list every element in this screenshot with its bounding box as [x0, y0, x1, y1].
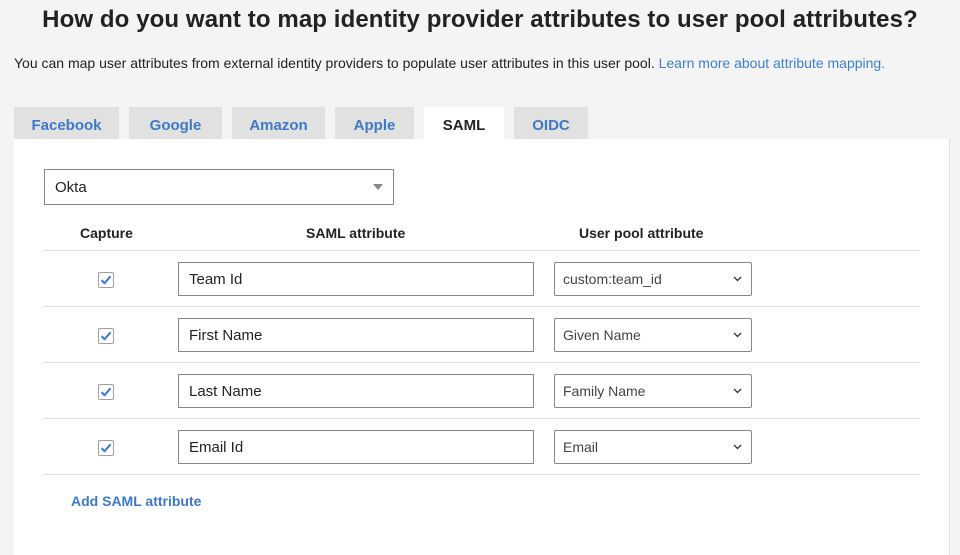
- capture-checkbox[interactable]: [98, 328, 114, 344]
- chevron-down-icon: [733, 444, 742, 450]
- table-row: Last Name Family Name: [44, 363, 920, 419]
- add-saml-attribute-link[interactable]: Add SAML attribute: [71, 493, 201, 509]
- table-row: First Name Given Name: [44, 307, 920, 363]
- provider-tabs: Facebook Google Amazon Apple SAML OIDC: [14, 107, 598, 139]
- saml-attribute-input[interactable]: First Name: [178, 318, 534, 352]
- chevron-down-icon: [733, 276, 742, 282]
- chevron-down-icon: [733, 388, 742, 394]
- user-pool-attribute-select[interactable]: Given Name: [554, 318, 752, 352]
- checkmark-icon: [100, 275, 112, 285]
- checkmark-icon: [100, 387, 112, 397]
- saml-attribute-input[interactable]: Last Name: [178, 374, 534, 408]
- saml-attribute-input[interactable]: Team Id: [178, 262, 534, 296]
- tab-facebook[interactable]: Facebook: [14, 107, 119, 139]
- saml-mapping-panel: Okta Capture SAML attribute User pool at…: [14, 139, 950, 555]
- table-row: Team Id custom:team_id: [44, 251, 920, 307]
- user-pool-attribute-select[interactable]: Email: [554, 430, 752, 464]
- tab-amazon[interactable]: Amazon: [232, 107, 325, 139]
- intro-text: You can map user attributes from externa…: [14, 55, 885, 71]
- user-pool-attribute-header: User pool attribute: [579, 225, 704, 241]
- user-pool-attribute-value: Given Name: [563, 327, 641, 343]
- learn-more-link[interactable]: Learn more about attribute mapping.: [659, 55, 885, 71]
- tab-apple[interactable]: Apple: [335, 107, 414, 139]
- user-pool-attribute-select[interactable]: Family Name: [554, 374, 752, 408]
- table-row: Email Id Email: [44, 419, 920, 475]
- chevron-down-icon: [733, 332, 742, 338]
- table-header: Capture SAML attribute User pool attribu…: [44, 223, 920, 251]
- user-pool-attribute-value: custom:team_id: [563, 271, 662, 287]
- capture-checkbox[interactable]: [98, 384, 114, 400]
- capture-header: Capture: [80, 225, 133, 241]
- intro-description: You can map user attributes from externa…: [14, 55, 659, 71]
- caret-down-icon: [373, 184, 383, 190]
- checkmark-icon: [100, 443, 112, 453]
- tab-google[interactable]: Google: [129, 107, 222, 139]
- checkmark-icon: [100, 331, 112, 341]
- saml-attribute-input[interactable]: Email Id: [178, 430, 534, 464]
- capture-checkbox[interactable]: [98, 440, 114, 456]
- user-pool-attribute-value: Email: [563, 439, 599, 455]
- user-pool-attribute-select[interactable]: custom:team_id: [554, 262, 752, 296]
- identity-provider-select[interactable]: Okta: [44, 169, 394, 205]
- capture-checkbox[interactable]: [98, 272, 114, 288]
- saml-attribute-header: SAML attribute: [306, 225, 406, 241]
- tab-saml[interactable]: SAML: [424, 107, 504, 139]
- page-title: How do you want to map identity provider…: [42, 6, 918, 33]
- user-pool-attribute-value: Family Name: [563, 383, 646, 399]
- identity-provider-value: Okta: [55, 179, 87, 196]
- tab-oidc[interactable]: OIDC: [514, 107, 588, 139]
